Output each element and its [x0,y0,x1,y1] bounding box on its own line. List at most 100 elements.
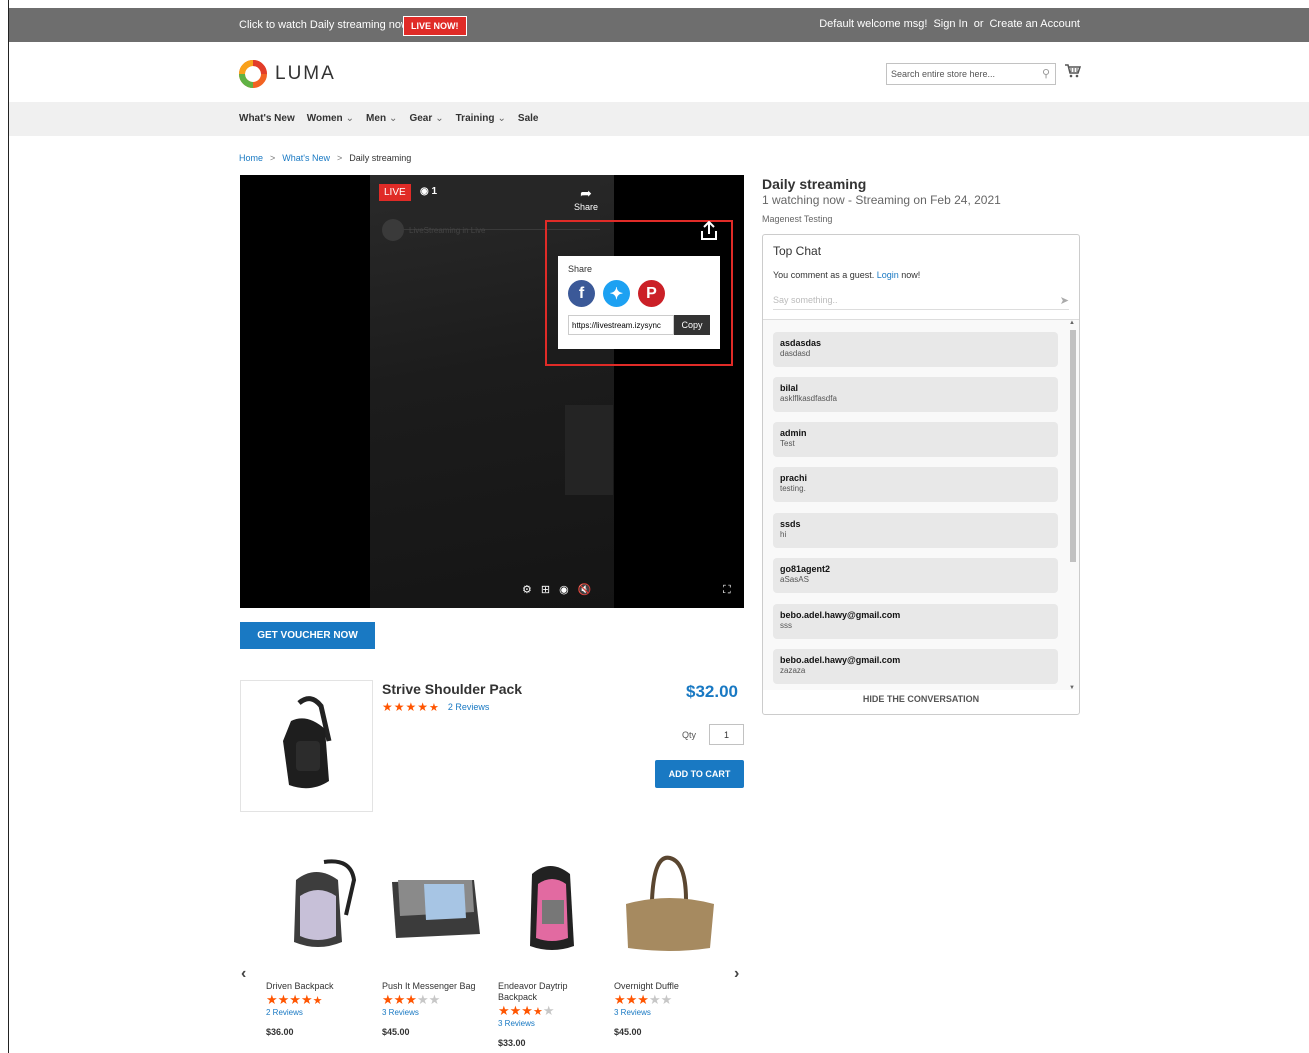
breadcrumb-whats-new[interactable]: What's New [282,153,330,163]
product-reviews-link[interactable]: 2 Reviews [448,702,490,712]
hide-conversation-button[interactable]: HIDE THE CONVERSATION [763,694,1079,704]
copy-button[interactable]: Copy [674,315,710,335]
nav-item-whats-new[interactable]: What's New [239,113,295,124]
chat-text: aSasAS [780,575,809,584]
nav-item-gear[interactable]: Gear ⌄ [409,113,443,124]
fullscreen-icon[interactable]: ⛶ [723,584,731,597]
sign-in-link[interactable]: Sign In [933,18,967,30]
nav-item-label: Training [455,113,495,124]
chat-user: bebo.adel.hawy@gmail.com [780,655,901,665]
scroll-up-icon[interactable]: ▲ [1069,320,1075,326]
chat-message: bebo.adel.hawy@gmail.com sss [773,604,1058,639]
login-link[interactable]: Login [877,270,899,280]
nav-list: What's New Women ⌄ Men ⌄ Gear ⌄ Training ⌄ S… [239,113,539,124]
upload-share-icon[interactable] [700,221,718,241]
share-popup: Share f ✦ P Copy [558,256,720,349]
scroll-down-icon[interactable]: ▼ [1069,685,1075,690]
chat-user: ssds [780,519,801,529]
guest-notice: You comment as a guest. Login now! [773,270,920,280]
pip-icon[interactable]: ⊞ [541,583,550,596]
shoulder-pack-image [283,696,332,789]
carousel-item-name[interactable]: Endeavor Daytrip Backpack [498,981,608,1003]
carousel-item[interactable]: Driven Backpack ★★★★★ 2 Reviews $36.00 [266,850,376,1037]
search-icon[interactable]: ⚲ [1042,67,1050,80]
channel-avatar [382,219,404,241]
watermark: LiveStreaming in Live [382,219,485,241]
carousel-reviews-link[interactable]: 3 Reviews [614,1008,724,1017]
driven-backpack-image [294,859,357,947]
breadcrumb: Home > What's New > Daily streaming [239,153,411,163]
nav-item-men[interactable]: Men ⌄ [366,113,397,124]
carousel-reviews-link[interactable]: 2 Reviews [266,1008,376,1017]
chat-scrollbar[interactable]: ▲ ▼ [1069,320,1077,690]
chevron-down-icon: ⌄ [435,113,444,124]
carousel-reviews-link[interactable]: 3 Reviews [382,1008,492,1017]
carousel-reviews-link[interactable]: 3 Reviews [498,1019,608,1028]
chat-user: go81agent2 [780,564,831,574]
carousel-prev-icon[interactable]: ‹ [241,965,246,983]
luma-logo[interactable]: LUMA [239,60,336,88]
nav-item-women[interactable]: Women ⌄ [307,113,354,124]
chat-message: admin Test [773,422,1058,457]
welcome-message: Default welcome msg! [819,18,928,30]
cart-icon[interactable] [1065,64,1081,78]
promo-link[interactable]: Click to watch Daily streaming now [239,19,409,31]
rating-stars: ★★★★★ [498,1003,555,1018]
carousel-next-icon[interactable]: › [734,965,739,983]
twitter-icon[interactable]: ✦ [603,280,630,307]
carousel-item[interactable]: Endeavor Daytrip Backpack ★★★★★ 3 Review… [498,850,608,1048]
carousel-item[interactable]: Push It Messenger Bag ★★★★★ 3 Reviews $4… [382,850,492,1037]
chat-text: sss [780,621,792,630]
qty-input[interactable]: 1 [709,724,744,745]
share-networks: f ✦ P [568,280,710,307]
pinterest-icon[interactable]: P [638,280,665,307]
chat-message: bilal asklflkasdfasdfa [773,377,1058,412]
mute-icon[interactable]: 🔇 [578,583,592,596]
chat-user: bilal [780,383,799,393]
watermark-text: LiveStreaming in Live [409,225,486,235]
nav-item-label: Sale [517,113,539,124]
scrollbar-thumb[interactable] [1070,330,1076,562]
nav-item-sale[interactable]: Sale [518,113,539,124]
carousel-item-name[interactable]: Push It Messenger Bag [382,981,492,992]
product-name[interactable]: Strive Shoulder Pack [382,681,522,697]
settings-hd-icon[interactable]: ⚙ [522,583,532,596]
share-button[interactable]: ➦ Share [574,185,598,212]
stream-subtitle: 1 watching now - Streaming on Feb 24, 20… [762,193,1001,207]
breadcrumb-home[interactable]: Home [239,153,263,163]
nav-item-training[interactable]: Training ⌄ [456,113,506,124]
video-player[interactable]: LIVE ◉ 1 ➦ Share LiveStreaming in Live S… [240,175,744,608]
rating-stars: ★★★★★ [614,992,673,1007]
get-voucher-button[interactable]: GET VOUCHER NOW [240,622,375,649]
stream-host: Magenest Testing [762,214,833,224]
chat-text: asklflkasdfasdfa [780,394,837,403]
search-placeholder: Search entire store here... [891,69,996,79]
chat-text: dasdasd [780,349,811,358]
chat-panel: Top Chat You comment as a guest. Login n… [762,234,1080,715]
chat-title: Top Chat [773,244,822,258]
add-to-cart-button[interactable]: ADD TO CART [655,760,744,788]
facebook-icon[interactable]: f [568,280,595,307]
guest-now-text: now! [901,270,921,280]
chat-message: ssds hi [773,513,1058,548]
share-url-input[interactable] [568,315,674,335]
facebook-live-icon[interactable]: ◉ [559,583,569,596]
main-nav: What's New Women ⌄ Men ⌄ Gear ⌄ Training ⌄ S… [9,102,1309,136]
chat-message: asdasdas dasdasd [773,332,1058,367]
chat-input[interactable]: Say something.. ➤ [773,290,1069,310]
account-links: Default welcome msg! Sign In or Create a… [819,18,1080,30]
carousel-item-name[interactable]: Overnight Duffle [614,981,724,992]
carousel-item[interactable]: Overnight Duffle ★★★★★ 3 Reviews $45.00 [614,850,724,1037]
or-text: or [973,18,984,30]
chat-user: prachi [780,473,808,483]
chat-messages[interactable]: asdasdas dasdasd bilal asklflkasdfasdfa ad… [763,319,1079,690]
daytrip-backpack-image [530,866,574,950]
overnight-duffle-image [626,855,714,951]
carousel-item-price: $45.00 [614,1027,642,1037]
product-image[interactable] [240,680,373,812]
live-now-button[interactable]: LIVE NOW! [403,16,467,36]
send-icon[interactable]: ➤ [1060,294,1069,307]
search-input[interactable]: Search entire store here... ⚲ [886,63,1056,85]
carousel-item-name[interactable]: Driven Backpack [266,981,376,992]
create-account-link[interactable]: Create an Account [989,18,1080,30]
